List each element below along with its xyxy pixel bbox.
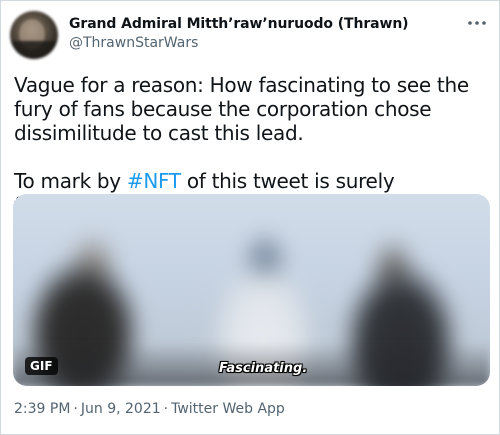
tweet-paragraph-1: Vague for a reason: How fascinating to s… — [14, 73, 469, 145]
ellipsis-horizontal-icon — [468, 21, 486, 25]
meta-separator: · — [163, 401, 169, 417]
author-handle[interactable]: @ThrawnStarWars — [69, 35, 198, 51]
author-display-name[interactable]: Grand Admiral Mitth’raw’nuruodo (Thrawn) — [69, 16, 409, 32]
tweet-card: Grand Admiral Mitth’raw’nuruodo (Thrawn)… — [0, 0, 500, 435]
tweet-paragraph-2-prefix: To mark by — [14, 169, 127, 193]
meta-separator: · — [73, 401, 78, 417]
gif-media[interactable]: GIF Fascinating. — [13, 194, 490, 386]
hashtag-link[interactable]: #NFT — [127, 169, 181, 193]
tweet-date[interactable]: Jun 9, 2021 — [81, 401, 161, 417]
tweet-metadata: 2:39 PM · Jun 9, 2021 · Twitter Web App — [14, 401, 285, 417]
tweet-time[interactable]: 2:39 PM — [14, 401, 70, 417]
gif-caption: Fascinating. — [219, 361, 308, 376]
gif-badge: GIF — [25, 357, 58, 375]
more-options-icon[interactable] — [464, 15, 490, 33]
avatar[interactable] — [10, 11, 58, 59]
tweet-source[interactable]: Twitter Web App — [171, 401, 285, 417]
